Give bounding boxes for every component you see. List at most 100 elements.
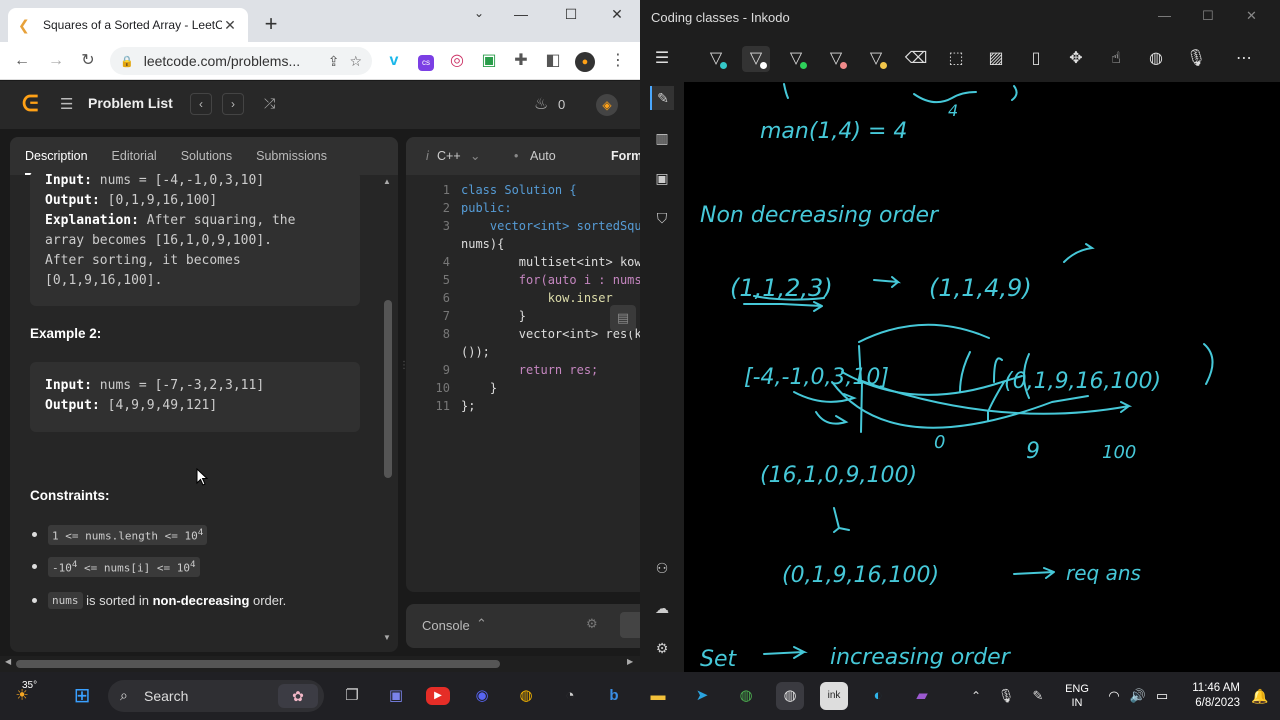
scroll-up-icon[interactable]: ▲ xyxy=(383,177,391,186)
youtube-icon[interactable]: ▶ xyxy=(426,687,450,705)
language-indicator[interactable]: ENG IN xyxy=(1062,682,1092,710)
scroll-down-icon[interactable]: ▼ xyxy=(383,633,391,642)
vimeo-extension-icon[interactable]: v xyxy=(382,50,406,72)
hamburger-menu-icon[interactable]: ☰ xyxy=(648,46,676,72)
minimize-button[interactable]: — xyxy=(498,6,544,28)
tab-search-icon[interactable]: ⌄ xyxy=(456,6,502,28)
streak-fire-icon[interactable]: ♨ xyxy=(534,94,548,114)
language-select[interactable]: C++ xyxy=(437,149,461,163)
speedometer-icon[interactable]: ◔ xyxy=(556,682,584,710)
bing-icon[interactable]: b xyxy=(600,682,628,710)
bag-icon[interactable]: ⛉ xyxy=(650,206,674,230)
tray-chevron-up-icon[interactable]: ⌃ xyxy=(962,682,990,710)
shuffle-icon[interactable]: ⤮ xyxy=(264,95,275,112)
horizontal-scrollbar-thumb[interactable] xyxy=(16,660,500,668)
pen-pink-icon[interactable]: ▽ xyxy=(822,46,850,72)
draw-pen-icon[interactable]: ✎ xyxy=(650,86,674,110)
browser-tab[interactable]: ❮ Squares of a Sorted Array - LeetC ✕ xyxy=(8,8,248,42)
inkodo-sidebar: ✎ ▥ ▣ ⛉ ⚇ ☁ ⚙ xyxy=(640,82,684,672)
code-area[interactable]: 1 class Solution { 2 public: 3 vector<in… xyxy=(406,175,640,592)
ruler-icon[interactable]: ▯ xyxy=(1022,46,1050,72)
debug-bug-icon[interactable]: ⚙ xyxy=(586,616,598,632)
telegram-icon[interactable]: ➤ xyxy=(688,682,716,710)
next-problem-button[interactable]: › xyxy=(222,93,244,115)
tab-close-icon[interactable]: ✕ xyxy=(222,17,238,34)
inkodo-app-icon[interactable]: ink xyxy=(820,682,848,710)
pen-teal-icon[interactable]: ▽ xyxy=(702,46,730,72)
new-tab-button[interactable]: + xyxy=(258,12,284,38)
user-avatar[interactable]: ◈ xyxy=(596,94,618,116)
maximize-button[interactable]: ☐ xyxy=(548,6,594,28)
auto-mode[interactable]: Auto xyxy=(530,149,556,163)
video-icon[interactable]: ▣ xyxy=(650,166,674,190)
teams-chat-icon[interactable]: ▣ xyxy=(382,682,410,710)
battery-icon[interactable]: ▭ xyxy=(1148,682,1176,710)
close-window-button[interactable]: ✕ xyxy=(594,6,640,28)
back-arrow-icon[interactable]: ← xyxy=(10,50,34,72)
tab-solutions[interactable]: Solutions xyxy=(181,149,232,163)
chrome-active-icon[interactable]: ◍ xyxy=(776,682,804,710)
clock[interactable]: 11:46 AM 6/8/2023 xyxy=(1182,681,1240,711)
prev-problem-button[interactable]: ‹ xyxy=(190,93,212,115)
discord-icon[interactable]: ◉ xyxy=(468,682,496,710)
clipchamp-icon[interactable]: ▰ xyxy=(908,682,936,710)
extension-green-icon[interactable]: ▣ xyxy=(477,50,501,72)
share-icon[interactable]: ⇪ xyxy=(328,53,340,70)
edge-icon[interactable]: ◐ xyxy=(864,682,892,710)
more-options-icon[interactable]: ⋯ xyxy=(1230,46,1258,72)
tray-mic-icon[interactable]: 🎙 xyxy=(992,682,1020,710)
task-view-icon[interactable]: ❐ xyxy=(338,682,366,710)
maximize-button[interactable]: ☐ xyxy=(1202,8,1214,24)
address-bar[interactable]: 🔒 leetcode.com/problems... ⇪ ☆ xyxy=(110,47,372,75)
touch-hand-icon[interactable]: ☝ xyxy=(1102,46,1130,72)
pen-white-icon[interactable]: ▽ xyxy=(742,46,770,72)
side-panel-icon[interactable]: ◧ xyxy=(541,50,565,72)
chrome-menu-icon[interactable]: ⋮ xyxy=(606,50,630,72)
line-number: 10 xyxy=(435,381,450,395)
palette-icon[interactable]: ◍ xyxy=(1142,46,1170,72)
tab-editorial[interactable]: Editorial xyxy=(112,149,157,163)
scroll-right-icon[interactable]: ▶ xyxy=(627,657,633,666)
run-button[interactable] xyxy=(620,612,640,638)
console-button[interactable]: Console xyxy=(422,618,470,633)
microphone-icon[interactable]: 🎙 xyxy=(1182,46,1210,72)
lasso-select-icon[interactable]: ⬚ xyxy=(942,46,970,72)
tab-submissions[interactable]: Submissions xyxy=(256,149,327,163)
profile-avatar[interactable]: ● xyxy=(573,50,597,72)
reload-icon[interactable]: ↻ xyxy=(76,50,100,72)
chrome-icon[interactable]: ◍ xyxy=(512,682,540,710)
minimize-button[interactable]: — xyxy=(1158,8,1171,23)
leetcode-favicon-icon: ❮ xyxy=(18,17,30,33)
problem-list-link[interactable]: Problem List xyxy=(88,95,173,111)
panel-resize-handle[interactable]: ⋮ xyxy=(399,360,409,374)
extension-ring-icon[interactable]: ◎ xyxy=(445,50,469,72)
leetcode-logo-icon[interactable]: ᕮ xyxy=(22,92,46,116)
tray-pen-icon[interactable]: ✎ xyxy=(1024,682,1052,710)
notifications-icon[interactable]: 🔔 xyxy=(1246,682,1274,710)
close-window-button[interactable]: ✕ xyxy=(1246,8,1257,24)
line-number: 9 xyxy=(442,363,450,377)
extensions-puzzle-icon[interactable]: ✚ xyxy=(509,50,533,72)
chevron-up-icon[interactable]: ⌃ xyxy=(476,616,487,632)
pen-green-icon[interactable]: ▽ xyxy=(782,46,810,72)
drawing-canvas[interactable]: man(1,4) = 4 4 Non decreasing order (1,1… xyxy=(684,82,1280,672)
library-icon[interactable]: ▥ xyxy=(650,126,674,150)
bookmark-star-icon[interactable]: ☆ xyxy=(349,53,362,70)
file-explorer-icon[interactable]: ▬ xyxy=(644,682,672,710)
windows-start-icon[interactable]: ⊞ xyxy=(68,682,96,710)
eraser-icon[interactable]: ⌫ xyxy=(902,46,930,72)
copy-icon[interactable]: ▤ xyxy=(610,305,636,331)
extension-cs-icon[interactable]: cs xyxy=(414,50,438,72)
forward-arrow-icon[interactable]: → xyxy=(44,50,68,72)
cloud-icon[interactable]: ☁ xyxy=(650,596,674,620)
people-icon[interactable]: ⚇ xyxy=(650,556,674,580)
scroll-left-icon[interactable]: ◀ xyxy=(5,657,11,666)
move-icon[interactable]: ✥ xyxy=(1062,46,1090,72)
image-icon[interactable]: ▨ xyxy=(982,46,1010,72)
settings-gear-icon[interactable]: ⚙ xyxy=(650,636,674,660)
highlighter-yellow-icon[interactable]: ▽ xyxy=(862,46,890,72)
chrome-profile-icon[interactable]: ◍ xyxy=(732,682,760,710)
scrollbar-thumb[interactable] xyxy=(384,300,392,478)
taskbar-search-box[interactable]: ⌕ Search ✿ xyxy=(108,680,324,712)
format-button[interactable]: Form xyxy=(611,149,640,163)
